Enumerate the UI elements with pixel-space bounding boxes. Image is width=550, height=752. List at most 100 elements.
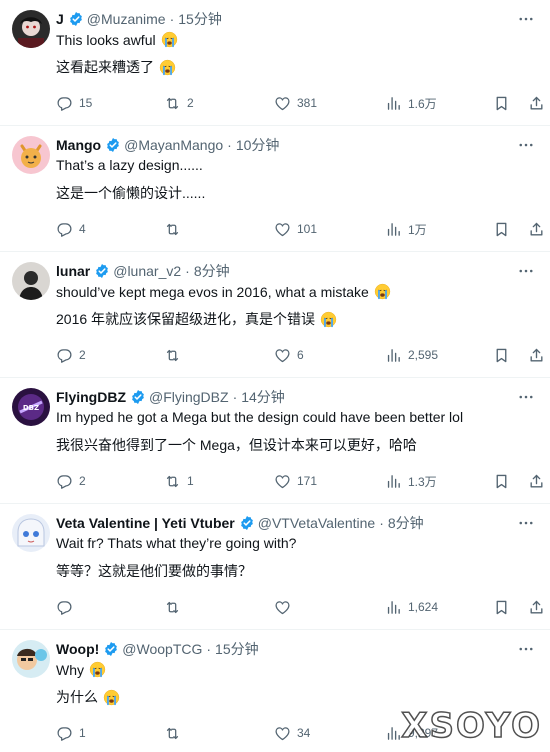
display-name[interactable]: Mango (56, 137, 101, 153)
user-handle[interactable]: @WoopTCG (122, 641, 202, 657)
views-button[interactable]: 1,624 (385, 597, 438, 617)
more-options-icon[interactable] (516, 261, 536, 281)
reply-button[interactable]: 2 (56, 345, 86, 365)
reply-button[interactable] (56, 597, 79, 617)
views-button[interactable]: 1.3万 (385, 471, 437, 491)
like-button[interactable]: 101 (274, 219, 317, 239)
bookmark-button[interactable] (493, 219, 510, 239)
verified-badge-icon (103, 641, 119, 657)
user-handle[interactable]: @lunar_v2 (113, 263, 181, 279)
verified-badge-icon (105, 137, 121, 153)
retweet-button[interactable] (164, 597, 187, 617)
views-button[interactable]: 1万 (385, 219, 427, 239)
more-options-icon[interactable] (516, 513, 536, 533)
retweet-count: 2 (187, 96, 194, 110)
reply-button[interactable]: 15 (56, 93, 92, 113)
views-button[interactable]: 2,595 (385, 345, 438, 365)
like-button[interactable]: 171 (274, 471, 317, 491)
bookmark-icon (493, 221, 510, 238)
like-button[interactable]: 381 (274, 93, 317, 113)
view-count: 1.3万 (408, 474, 437, 489)
retweet-button[interactable] (164, 219, 187, 239)
timestamp[interactable]: 15分钟 (178, 9, 222, 29)
tweet-text-zh: 这是一个偷懒的设计...... (56, 183, 205, 203)
bookmark-button[interactable] (493, 93, 510, 113)
tweet[interactable]: Veta Valentine | Yeti Vtuber @VTVetaVale… (0, 504, 550, 630)
action-bar: 4 101 1万 (56, 219, 550, 239)
verified-badge-icon (239, 515, 255, 531)
share-button[interactable] (528, 219, 545, 239)
reply-button[interactable]: 1 (56, 723, 86, 743)
more-options-icon[interactable] (516, 387, 536, 407)
user-handle[interactable]: @VTVetaValentine (258, 515, 375, 531)
views-button[interactable]: 1.6万 (385, 93, 437, 113)
retweet-button[interactable] (164, 723, 187, 743)
tweet[interactable]: DBZ FlyingDBZ @FlyingDBZ · 14分钟 Im hyped… (0, 378, 550, 504)
tweet[interactable]: lunar @lunar_v2 · 8分钟 should’ve kept meg… (0, 252, 550, 378)
timestamp[interactable]: 8分钟 (388, 513, 424, 533)
retweet-button[interactable]: 2 (164, 93, 194, 113)
bookmark-button[interactable] (493, 471, 510, 491)
reply-count: 1 (79, 726, 86, 740)
bar-chart-icon (385, 599, 402, 616)
timestamp[interactable]: 10分钟 (236, 135, 280, 155)
avatar[interactable] (12, 10, 50, 48)
tweet-text-en: This looks awful (56, 31, 178, 48)
share-button[interactable] (528, 471, 545, 491)
tweet-text: Wait fr? Thats what they’re going with? (56, 535, 297, 551)
more-options-icon[interactable] (516, 639, 536, 659)
action-bar: 15 2 381 1.6万 (56, 93, 550, 113)
bookmark-icon (493, 95, 510, 112)
display-name[interactable]: J (56, 11, 64, 27)
tweet-translation: 这看起来糟透了 (56, 59, 154, 75)
user-handle[interactable]: @Muzanime (87, 11, 166, 27)
share-button[interactable] (528, 597, 545, 617)
user-handle[interactable]: @MayanMango (124, 137, 223, 153)
display-name[interactable]: lunar (56, 263, 90, 279)
share-button[interactable] (528, 345, 545, 365)
timestamp[interactable]: 8分钟 (194, 261, 230, 281)
reply-count: 2 (79, 348, 86, 362)
separator-dot: · (227, 137, 232, 153)
reply-button[interactable]: 4 (56, 219, 86, 239)
more-options-icon[interactable] (516, 9, 536, 29)
retweet-icon (164, 599, 181, 616)
avatar[interactable] (12, 262, 50, 300)
tweet-text-en: should’ve kept mega evos in 2016, what a… (56, 283, 391, 300)
retweet-button[interactable] (164, 345, 187, 365)
reply-count: 4 (79, 222, 86, 236)
avatar[interactable]: DBZ (12, 388, 50, 426)
share-icon (528, 599, 545, 616)
bookmark-icon (493, 347, 510, 364)
user-handle[interactable]: @FlyingDBZ (149, 389, 229, 405)
bar-chart-icon (385, 725, 402, 742)
display-name[interactable]: Veta Valentine | Yeti Vtuber (56, 515, 235, 531)
retweet-button[interactable]: 1 (164, 471, 194, 491)
tweet[interactable]: J @Muzanime · 15分钟 This looks awful 这看起来… (0, 0, 550, 126)
tweet[interactable]: Mango @MayanMango · 10分钟 That’s a lazy d… (0, 126, 550, 252)
timestamp[interactable]: 14分钟 (241, 387, 285, 407)
retweet-icon (164, 725, 181, 742)
heart-icon (274, 221, 291, 238)
heart-icon (274, 347, 291, 364)
like-button[interactable] (274, 597, 297, 617)
like-button[interactable]: 6 (274, 345, 304, 365)
more-options-icon[interactable] (516, 135, 536, 155)
tweet-text-zh: 这看起来糟透了 (56, 57, 176, 77)
bookmark-button[interactable] (493, 597, 510, 617)
avatar[interactable] (12, 640, 50, 678)
display-name[interactable]: Woop! (56, 641, 99, 657)
avatar[interactable] (12, 136, 50, 174)
like-button[interactable]: 34 (274, 723, 310, 743)
separator-dot: · (185, 263, 190, 279)
share-button[interactable] (528, 93, 545, 113)
bookmark-button[interactable] (493, 345, 510, 365)
display-name[interactable]: FlyingDBZ (56, 389, 126, 405)
tweet-header: Mango @MayanMango · 10分钟 (56, 135, 510, 155)
bookmark-icon (493, 473, 510, 490)
timestamp[interactable]: 15分钟 (215, 639, 259, 659)
verified-badge-icon (130, 389, 146, 405)
reply-button[interactable]: 2 (56, 471, 86, 491)
like-count: 101 (297, 222, 318, 236)
avatar[interactable] (12, 514, 50, 552)
